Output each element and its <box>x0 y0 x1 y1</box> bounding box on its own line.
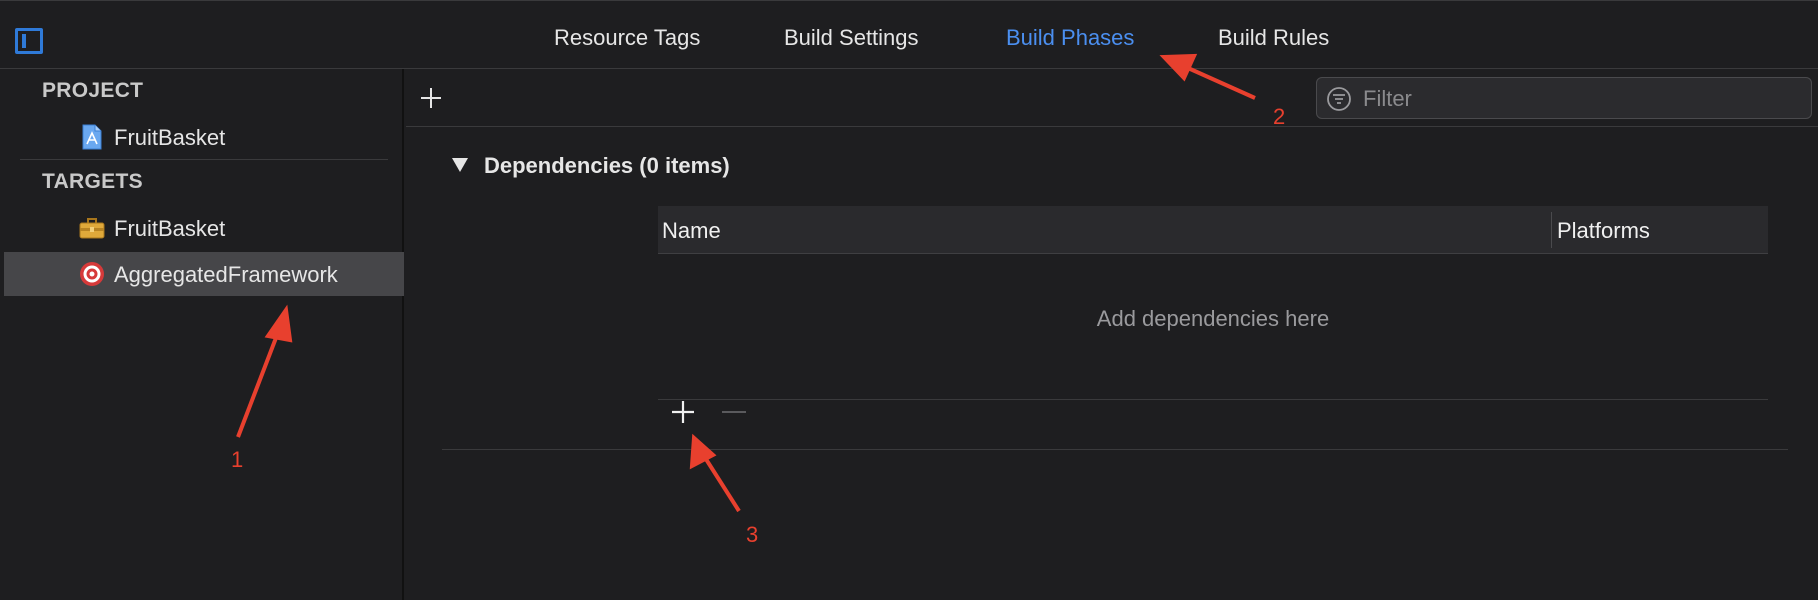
column-header-platforms[interactable]: Platforms <box>1557 218 1650 244</box>
column-separator <box>1551 212 1552 248</box>
toolbox-icon <box>79 218 105 239</box>
tab-build-settings[interactable]: Build Settings <box>784 25 919 51</box>
annotation-number-2: 2 <box>1273 104 1286 129</box>
table-header: Name Platforms <box>658 206 1768 254</box>
dependencies-table: Name Platforms Add dependencies here <box>658 206 1768 401</box>
build-phases-editor: Dependencies (0 items) Name Platforms Ad… <box>406 69 1818 600</box>
filter-input[interactable] <box>1361 84 1795 114</box>
annotation-number-1: 1 <box>231 447 244 472</box>
filter-field[interactable] <box>1316 77 1812 119</box>
sidebar-item-label: FruitBasket <box>114 216 226 241</box>
disclosure-triangle-icon[interactable] <box>450 156 470 174</box>
phases-toolbar <box>406 69 1818 127</box>
sidebar-item-target-aggregatedframework[interactable]: AggregatedFramework <box>4 252 404 296</box>
table-divider <box>658 399 1768 400</box>
filter-icon <box>1327 87 1351 111</box>
project-targets-sidebar: PROJECT FruitBasket TARGETS FruitBasket … <box>0 69 404 600</box>
targets-section-header: TARGETS <box>42 170 143 193</box>
remove-dependency-minus-icon[interactable] <box>722 411 746 413</box>
annotation-number-3: 3 <box>746 522 759 547</box>
add-build-phase-plus-icon[interactable] <box>418 85 444 111</box>
project-file-icon <box>82 124 102 150</box>
tab-build-phases[interactable]: Build Phases <box>1006 25 1134 51</box>
tab-resource-tags[interactable]: Resource Tags <box>554 25 700 51</box>
empty-placeholder-text: Add dependencies here <box>1096 306 1330 331</box>
sidebar-item-label: AggregatedFramework <box>114 262 338 287</box>
sidebar-divider <box>20 159 388 160</box>
tab-build-rules[interactable]: Build Rules <box>1218 25 1329 51</box>
editor-tab-bar: Resource Tags Build Settings Build Phase… <box>0 0 1818 69</box>
project-section-header: PROJECT <box>42 79 144 102</box>
sidebar-item-label: FruitBasket <box>114 125 226 150</box>
add-dependency-plus-icon[interactable] <box>670 399 696 425</box>
dependencies-phase-title: Dependencies (0 items) <box>484 153 730 178</box>
column-header-name[interactable]: Name <box>662 218 721 244</box>
navigator-toggle-icon[interactable] <box>15 28 43 54</box>
target-icon <box>80 262 104 286</box>
sidebar-item-project-fruitbasket[interactable]: FruitBasket <box>4 115 404 159</box>
phase-divider <box>442 449 1788 450</box>
sidebar-item-target-fruitbasket[interactable]: FruitBasket <box>4 206 404 250</box>
